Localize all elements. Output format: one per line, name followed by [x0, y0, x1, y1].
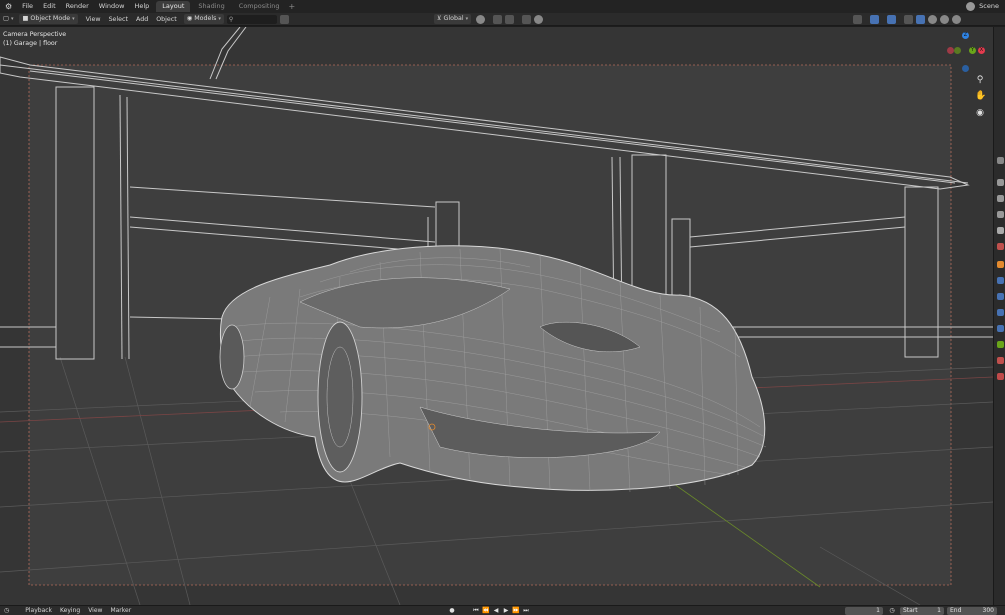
collection-icon: ◉ [186, 15, 193, 22]
texture-properties-icon[interactable] [997, 373, 1004, 380]
properties-tab-strip [993, 27, 1005, 605]
pivot-icon[interactable] [476, 14, 486, 24]
rendered-shading-icon[interactable] [952, 14, 962, 24]
play-reverse-icon[interactable]: ◀ [492, 607, 500, 615]
menu-render[interactable]: Render [61, 0, 94, 13]
snap-icon[interactable] [493, 14, 503, 24]
overlay-toggle-icon[interactable] [887, 14, 897, 24]
camera-view-icon[interactable]: ◉ [975, 108, 985, 118]
mode-selector[interactable]: ■ Object Mode ▾ [19, 14, 78, 24]
particles-icon[interactable] [997, 293, 1004, 300]
orientation-icon: ⊻ [436, 15, 442, 22]
material-shading-icon[interactable] [940, 14, 950, 24]
gizmo-neg-y-axis[interactable] [954, 47, 961, 54]
data-properties-icon[interactable] [997, 341, 1004, 348]
filter-icon[interactable] [279, 14, 289, 24]
chevron-down-icon: ▾ [465, 16, 469, 22]
wireframe-shading-icon[interactable] [916, 14, 926, 24]
render-properties-icon[interactable] [997, 179, 1004, 186]
output-properties-icon[interactable] [997, 195, 1004, 202]
world-properties-icon[interactable] [997, 243, 1004, 250]
start-frame-field[interactable]: Start 1 [900, 606, 944, 615]
zoom-icon[interactable]: ⚲ [975, 75, 985, 85]
orientation-label: Global [443, 15, 464, 22]
blender-logo-icon[interactable]: ⚙ [0, 0, 17, 13]
clock-icon[interactable]: ◷ [888, 607, 896, 615]
collection-label: Models [194, 15, 217, 22]
proportional-edit-icon[interactable] [522, 14, 532, 24]
editor-type-icon[interactable]: ▢ ▾ [0, 14, 16, 24]
menu-object[interactable]: Object [152, 16, 181, 23]
object-mode-icon: ■ [22, 15, 29, 22]
viewport-header: ▢ ▾ ■ Object Mode ▾ View Select Add Objec… [0, 13, 1005, 26]
active-object-label: (1) Garage | floor [3, 40, 58, 47]
snap-target-icon[interactable] [505, 14, 515, 24]
mode-label: Object Mode [30, 15, 71, 22]
jump-start-icon[interactable]: ⏮ [472, 607, 480, 615]
solid-shading-icon[interactable] [928, 14, 938, 24]
gizmo-neg-z-axis[interactable] [962, 65, 969, 72]
viewport-scene [0, 27, 993, 605]
add-workspace-icon[interactable]: + [289, 2, 296, 11]
menu-playback[interactable]: Playback [21, 607, 56, 614]
menu-keying[interactable]: Keying [56, 607, 84, 614]
view-layer-icon[interactable] [997, 211, 1004, 218]
play-icon[interactable]: ▶ [502, 607, 510, 615]
visibility-icon[interactable] [853, 14, 863, 24]
menu-help[interactable]: Help [129, 0, 154, 13]
start-label: Start [903, 606, 918, 614]
tab-layout[interactable]: Layout [156, 1, 191, 12]
chevron-down-icon: ▾ [218, 16, 221, 22]
falloff-icon[interactable] [534, 14, 544, 24]
scene-selector[interactable]: Scene [979, 0, 999, 13]
object-properties-icon[interactable] [997, 261, 1004, 268]
timeline-editor-icon[interactable]: ◷ [0, 607, 13, 614]
collection-selector[interactable]: ◉ Models ▾ [183, 14, 224, 24]
gizmo-z-axis[interactable]: Z [962, 32, 969, 39]
chevron-down-icon: ▾ [72, 16, 75, 22]
end-frame-field[interactable]: End 300 [947, 606, 997, 615]
view-name-label: Camera Perspective [3, 31, 67, 38]
end-value: 300 [982, 606, 994, 614]
prev-keyframe-icon[interactable]: ⏪ [482, 607, 490, 615]
material-properties-icon[interactable] [997, 357, 1004, 364]
gizmo-toggle-icon[interactable] [870, 14, 880, 24]
tab-shading[interactable]: Shading [192, 1, 230, 12]
modifier-properties-icon[interactable] [997, 277, 1004, 284]
xray-icon[interactable] [904, 14, 914, 24]
top-menu-bar: ⚙ File Edit Render Window Help Layout Sh… [0, 0, 1005, 13]
record-icon[interactable]: ● [448, 607, 456, 615]
3d-viewport[interactable]: Camera Perspective (1) Garage | floor Z … [0, 27, 993, 605]
navigation-gizmo[interactable]: Z X Y [944, 29, 988, 73]
pan-hand-icon[interactable]: ✋ [975, 91, 986, 101]
menu-timeline-view[interactable]: View [84, 607, 106, 614]
search-input[interactable]: ⚲ [226, 14, 277, 24]
scene-icon[interactable] [966, 2, 975, 11]
constraints-icon[interactable] [997, 325, 1004, 332]
next-keyframe-icon[interactable]: ⏩ [512, 607, 520, 615]
gizmo-neg-x-axis[interactable] [947, 47, 954, 54]
gizmo-y-axis[interactable]: Y [969, 47, 976, 54]
scene-properties-icon[interactable] [997, 227, 1004, 234]
start-value: 1 [937, 606, 941, 614]
timeline-header: ◷ Playback Keying View Marker ● ⏮ ⏪ ◀ ▶ … [0, 605, 1005, 615]
jump-end-icon[interactable]: ⏭ [522, 607, 530, 615]
menu-marker[interactable]: Marker [106, 607, 135, 614]
menu-select[interactable]: Select [105, 16, 132, 23]
menu-add[interactable]: Add [132, 16, 152, 23]
transform-orientation-selector[interactable]: ⊻ Global ▾ [433, 14, 472, 24]
current-frame-field[interactable]: 1 [845, 606, 883, 615]
menu-file[interactable]: File [17, 0, 38, 13]
tool-properties-icon[interactable] [997, 157, 1004, 164]
menu-window[interactable]: Window [94, 0, 130, 13]
menu-view[interactable]: View [82, 16, 105, 23]
menu-edit[interactable]: Edit [38, 0, 61, 13]
physics-icon[interactable] [997, 309, 1004, 316]
tab-compositing[interactable]: Compositing [233, 1, 286, 12]
end-label: End [950, 606, 962, 614]
gizmo-x-axis[interactable]: X [978, 47, 985, 54]
